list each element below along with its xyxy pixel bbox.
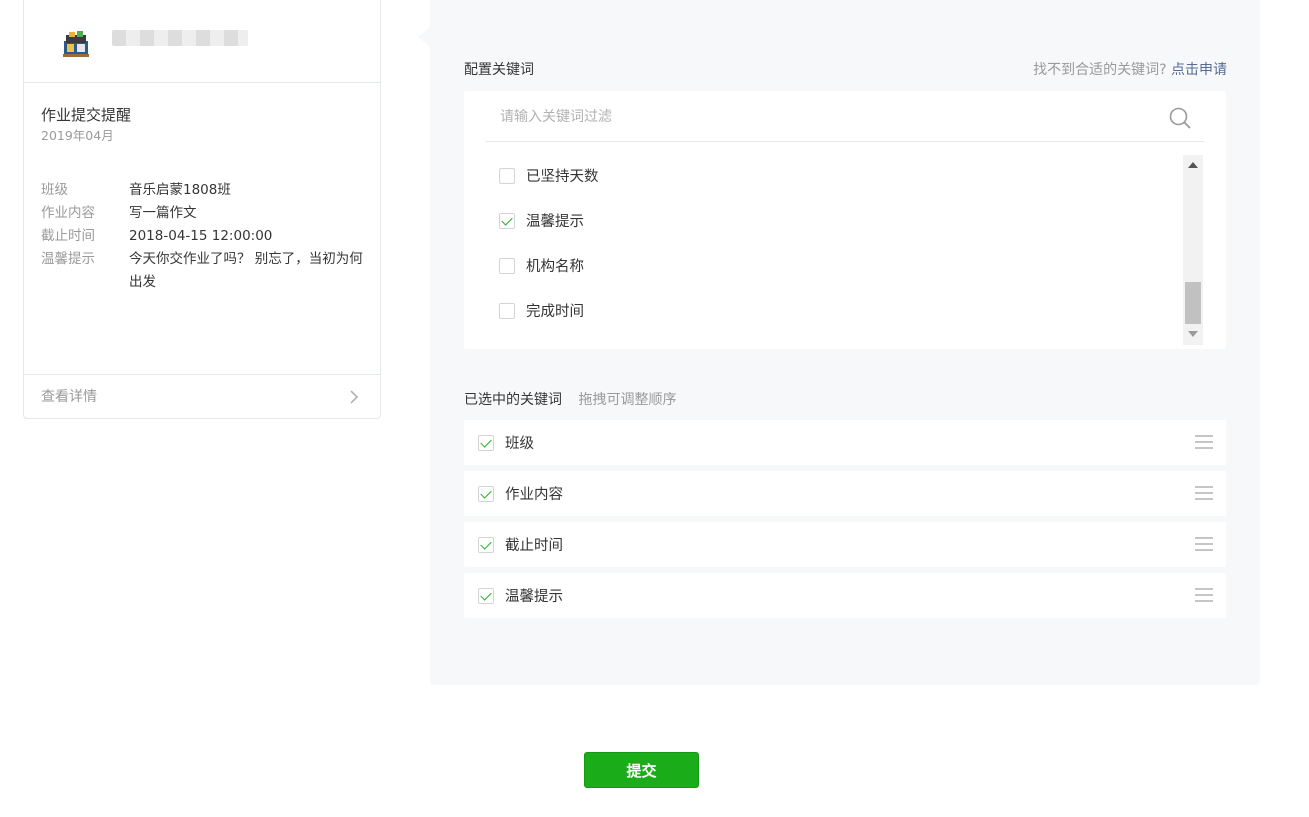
scroll-up-arrow-icon[interactable]: [1188, 162, 1198, 168]
apply-link[interactable]: 点击申请: [1171, 62, 1227, 78]
view-details-label: 查看详情: [41, 389, 97, 405]
keyword-checkbox[interactable]: [499, 257, 515, 274]
selected-keyword-checkbox[interactable]: [478, 434, 494, 451]
keyword-search-input[interactable]: [498, 104, 1142, 130]
field-list: 班级 音乐启蒙1808班 作业内容 写一篇作文 截止时间 2018-04-15 …: [41, 179, 363, 294]
selected-keyword-row[interactable]: 作业内容: [464, 471, 1226, 516]
selected-keyword-label: 班级: [505, 436, 534, 452]
drag-handle-icon[interactable]: [1195, 435, 1213, 449]
apply-tip: 找不到合适的关键词? 点击申请: [1033, 59, 1227, 79]
selected-keywords-heading: 已选中的关键词 拖拽可调整顺序: [464, 389, 676, 409]
field-key: 温馨提示: [41, 251, 95, 267]
account-avatar-icon: [63, 31, 89, 57]
selected-keyword-checkbox[interactable]: [478, 587, 494, 604]
selected-keyword-checkbox[interactable]: [478, 485, 494, 502]
selected-keyword-label: 温馨提示: [505, 589, 563, 605]
selected-keyword-row[interactable]: 温馨提示: [464, 573, 1226, 618]
selected-keyword-checkbox[interactable]: [478, 536, 494, 553]
field-row: 班级 音乐启蒙1808班: [41, 179, 363, 202]
keyword-label: 机构名称: [526, 259, 584, 275]
keyword-option[interactable]: 已坚持天数: [499, 153, 599, 198]
config-title: 配置关键词: [464, 62, 534, 78]
field-value: 写一篇作文: [129, 205, 197, 221]
selected-keyword-label: 截止时间: [505, 538, 563, 554]
keyword-checkbox[interactable]: [499, 212, 515, 229]
keyword-checkbox[interactable]: [499, 167, 515, 184]
keyword-list: 已坚持天数 温馨提示 机构名称 完成时间: [499, 153, 599, 333]
message-title: 作业提交提醒: [41, 106, 132, 124]
drag-handle-icon[interactable]: [1195, 537, 1213, 551]
drag-handle-icon[interactable]: [1195, 486, 1213, 500]
field-row: 作业内容 写一篇作文: [41, 202, 363, 225]
keyword-label: 已坚持天数: [526, 169, 599, 185]
keyword-option[interactable]: 温馨提示: [499, 198, 599, 243]
submit-button[interactable]: 提交: [584, 752, 699, 788]
keyword-option[interactable]: 完成时间: [499, 288, 599, 333]
apply-tip-text: 找不到合适的关键词?: [1033, 62, 1167, 78]
keyword-option[interactable]: 机构名称: [499, 243, 599, 288]
account-name-redacted: [112, 30, 248, 46]
field-value: 今天你交作业了吗？ 别忘了，当初为何出发: [129, 251, 363, 290]
view-details-link[interactable]: 查看详情: [24, 374, 380, 418]
drag-handle-icon[interactable]: [1195, 588, 1213, 602]
scroll-thumb[interactable]: [1185, 282, 1201, 324]
keyword-config-panel: 配置关键词 找不到合适的关键词? 点击申请 已坚持天数 温馨提示 机构名称: [430, 0, 1260, 685]
selected-keyword-row[interactable]: 截止时间: [464, 522, 1226, 567]
keyword-label: 温馨提示: [526, 214, 584, 230]
keyword-search: [486, 91, 1204, 142]
chevron-right-icon: [350, 390, 359, 404]
message-date: 2019年04月: [41, 128, 114, 143]
card-header: [24, 0, 380, 83]
keyword-checkbox[interactable]: [499, 302, 515, 319]
field-row: 温馨提示 今天你交作业了吗？ 别忘了，当初为何出发: [41, 248, 363, 294]
field-value: 音乐启蒙1808班: [129, 182, 231, 198]
card-body: 作业提交提醒 2019年04月 班级 音乐启蒙1808班 作业内容 写一篇作文 …: [24, 83, 380, 353]
keyword-picker: 已坚持天数 温馨提示 机构名称 完成时间: [464, 91, 1226, 349]
selected-keywords-title: 已选中的关键词: [464, 392, 562, 408]
field-value: 2018-04-15 12:00:00: [129, 228, 273, 244]
selected-keyword-row[interactable]: 班级: [464, 420, 1226, 465]
field-key: 截止时间: [41, 228, 95, 244]
selected-keyword-list: 班级 作业内容 截止时间 温馨提示: [464, 420, 1226, 624]
panel-pointer: [418, 27, 430, 47]
search-icon[interactable]: [1168, 106, 1192, 130]
message-preview-card: 作业提交提醒 2019年04月 班级 音乐启蒙1808班 作业内容 写一篇作文 …: [23, 0, 381, 419]
keyword-list-scrollbar[interactable]: [1183, 155, 1203, 345]
field-key: 作业内容: [41, 205, 95, 221]
selected-keyword-label: 作业内容: [505, 487, 563, 503]
scroll-down-arrow-icon[interactable]: [1188, 331, 1198, 337]
drag-hint: 拖拽可调整顺序: [578, 392, 677, 408]
field-key: 班级: [41, 182, 68, 198]
field-row: 截止时间 2018-04-15 12:00:00: [41, 225, 363, 248]
keyword-label: 完成时间: [526, 304, 584, 320]
